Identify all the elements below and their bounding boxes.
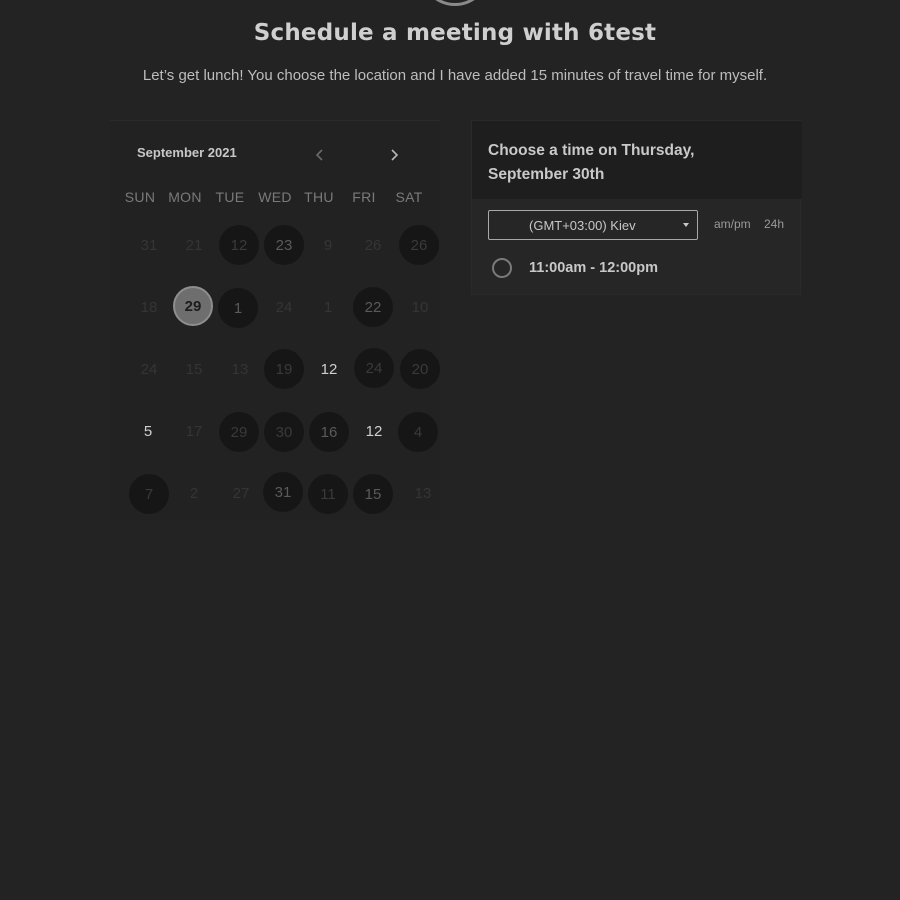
prev-month-button[interactable] — [308, 143, 332, 167]
weekday-fri: FRI — [352, 189, 376, 205]
calendar-day[interactable]: 20 — [400, 349, 440, 389]
time-panel-heading: Choose a time on Thursday, September 30t… — [472, 121, 802, 199]
calendar-day: 1 — [323, 298, 333, 316]
calendar-day[interactable]: 23 — [264, 225, 304, 265]
calendar-day[interactable]: 4 — [398, 412, 438, 452]
calendar-day[interactable]: 15 — [353, 474, 393, 514]
calendar-day: 10 — [411, 298, 429, 316]
chevron-left-icon — [315, 149, 323, 161]
calendar-day[interactable]: 31 — [263, 472, 303, 512]
calendar-day[interactable]: 1 — [218, 288, 258, 328]
timezone-value: (GMT+03:00) Kiev — [529, 217, 636, 233]
calendar-day[interactable]: 12 — [309, 349, 349, 389]
scheduler-page: Schedule a meeting with 6test Let’s get … — [0, 0, 900, 900]
weekday-sat: SAT — [395, 189, 423, 205]
calendar-day: 17 — [185, 422, 203, 440]
calendar-day[interactable]: 16 — [309, 412, 349, 452]
calendar-day: 2 — [189, 484, 199, 502]
calendar-day[interactable]: 7 — [129, 474, 169, 514]
timezone-select[interactable]: (GMT+03:00) Kiev — [488, 210, 698, 240]
page-title: Schedule a meeting with 6test — [253, 20, 657, 46]
weekday-tue: TUE — [215, 189, 245, 205]
calendar-day: 21 — [185, 236, 203, 254]
weekday-wed: WED — [258, 189, 292, 205]
time-panel-heading-line2: September 30th — [488, 166, 605, 183]
calendar-day: 13 — [231, 360, 249, 378]
calendar-day[interactable]: 12 — [219, 225, 259, 265]
calendar-day[interactable]: 29 — [219, 412, 259, 452]
weekday-sun: SUN — [124, 189, 156, 205]
calendar-day[interactable]: 22 — [353, 287, 393, 327]
page-subtitle: Let’s get lunch! You choose the location… — [142, 67, 768, 84]
calendar-day: 26 — [364, 236, 382, 254]
caret-down-icon — [683, 223, 689, 227]
calendar-day: 15 — [185, 360, 203, 378]
calendar-day[interactable]: 30 — [264, 412, 304, 452]
weekday-thu: THU — [304, 189, 334, 205]
calendar-day: 27 — [232, 484, 250, 502]
calendar-day[interactable]: 19 — [264, 349, 304, 389]
calendar-day: 24 — [275, 298, 293, 316]
format-24h-toggle[interactable]: 24h — [764, 217, 784, 231]
time-panel-heading-line1: Choose a time on Thursday, — [488, 142, 695, 159]
calendar-day: 24 — [140, 360, 158, 378]
calendar-day: 9 — [323, 236, 333, 254]
weekday-mon: MON — [168, 189, 202, 205]
calendar-day[interactable]: 12 — [354, 411, 394, 451]
time-slot[interactable]: 11:00am - 12:00pm — [492, 258, 658, 278]
calendar-day: 31 — [140, 236, 158, 254]
time-slot-label: 11:00am - 12:00pm — [529, 260, 658, 276]
calendar-month-label: September 2021 — [137, 145, 237, 160]
calendar-day: 18 — [140, 298, 158, 316]
calendar: September 2021 SUN MON TUE WED THU FRI S… — [110, 120, 440, 521]
calendar-day[interactable]: 24 — [354, 348, 394, 388]
chevron-right-icon — [391, 149, 399, 161]
calendar-day[interactable]: 5 — [128, 411, 168, 451]
format-ampm-toggle[interactable]: am/pm — [714, 217, 751, 231]
calendar-day[interactable]: 26 — [399, 225, 439, 265]
calendar-day: 13 — [414, 484, 432, 502]
time-panel: Choose a time on Thursday, September 30t… — [471, 120, 802, 295]
next-month-button[interactable] — [382, 143, 406, 167]
radio-icon — [492, 258, 512, 278]
calendar-day[interactable]: 11 — [308, 474, 348, 514]
avatar — [420, 0, 490, 6]
calendar-day-selected[interactable]: 29 — [173, 286, 213, 326]
